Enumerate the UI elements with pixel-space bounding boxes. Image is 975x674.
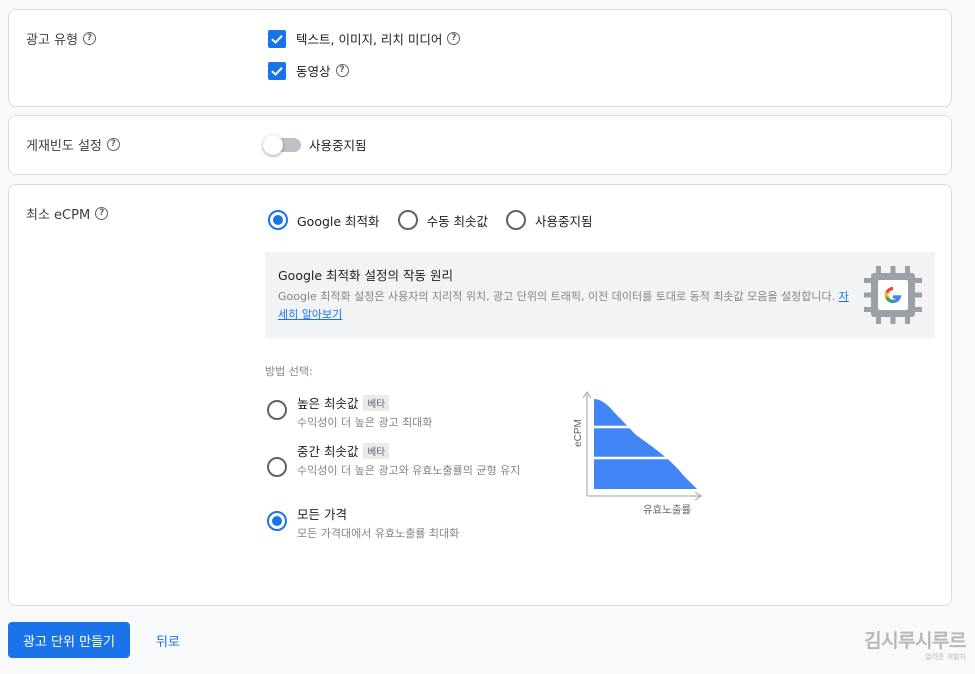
back-button[interactable]: 뒤로 xyxy=(156,631,180,650)
method-option-medium[interactable]: 중간 최솟값 베타 수익성이 더 높은 광고와 유효노출률의 균형 유지 xyxy=(267,441,522,479)
radio-unselected-icon[interactable] xyxy=(267,400,287,420)
help-icon[interactable]: ? xyxy=(447,32,461,45)
method-option-all-prices[interactable]: 모든 가격 모든 가격대에서 유효노출률 최대화 xyxy=(267,504,522,542)
method-option-title-row: 모든 가격 xyxy=(297,504,522,523)
info-title: Google 최적화 설정의 작동 원리 xyxy=(278,268,453,283)
frequency-toggle-label: 사용중지됨 xyxy=(309,138,367,153)
frequency-label-row: 게재빈도 설정 ? xyxy=(26,135,120,154)
ecpm-mode-label: 수동 최솟값 xyxy=(426,213,489,229)
checkbox-checked-icon[interactable] xyxy=(268,29,286,48)
watermark-main: 김시루시루르 xyxy=(864,630,966,652)
ecpm-mode-label: 사용중지됨 xyxy=(535,213,593,229)
method-option-title: 중간 최솟값 xyxy=(297,444,359,459)
watermark-sub: 알려준 개발자 xyxy=(925,653,966,661)
help-icon[interactable]: ? xyxy=(106,138,120,151)
method-option-title-row: 중간 최솟값 베타 xyxy=(297,441,522,460)
ecpm-mode-google-optimized[interactable]: Google 최적화 xyxy=(268,210,380,230)
info-description-text: Google 최적화 설정은 사용자의 지리적 위치, 광고 단위의 트래픽, … xyxy=(278,290,836,303)
beta-badge: 베타 xyxy=(363,394,389,411)
method-option-desc: 수익성이 더 높은 광고 최대화 xyxy=(297,416,433,429)
ad-type-option-label: 동영상 xyxy=(296,64,331,79)
method-option-title-row: 높은 최솟값 베타 xyxy=(297,393,522,412)
radio-selected-icon[interactable] xyxy=(267,511,287,531)
ad-type-label: 광고 유형 xyxy=(26,33,78,48)
method-option-desc: 모든 가격대에서 유효노출률 최대화 xyxy=(297,527,460,540)
method-option-title: 모든 가격 xyxy=(297,507,347,522)
beta-badge: 베타 xyxy=(363,442,389,459)
ad-type-card: 광고 유형 ? 텍스트, 이미지, 리치 미디어 ? 동영상 ? xyxy=(8,9,952,107)
ad-type-option-label-row: 텍스트, 이미지, 리치 미디어 ? xyxy=(296,29,461,48)
chart-y-label: eCPM xyxy=(573,419,584,447)
ecpm-mode-label: Google 최적화 xyxy=(297,213,380,229)
ad-type-option-label: 텍스트, 이미지, 리치 미디어 xyxy=(296,32,443,47)
radio-selected-icon[interactable] xyxy=(268,210,288,230)
frequency-label: 게재빈도 설정 xyxy=(26,139,102,154)
ad-type-option-rich-media[interactable]: 텍스트, 이미지, 리치 미디어 ? xyxy=(268,29,461,48)
chart-area xyxy=(594,399,697,489)
chart-x-label: 유효노출률 xyxy=(643,504,692,516)
method-option-desc: 수익성이 더 높은 광고와 유효노출률의 균형 유지 xyxy=(297,464,521,477)
checkbox-checked-icon[interactable] xyxy=(268,61,286,80)
watermark: 김시루시루르 알려준 개발자 xyxy=(848,630,966,662)
ad-type-label-row: 광고 유형 ? xyxy=(26,29,96,48)
radio-unselected-icon[interactable] xyxy=(267,457,287,477)
ecpm-card: 최소 eCPM ? Google 최적화 수동 최솟값 사용중지됨 Google… xyxy=(8,184,952,606)
ecpm-mode-disabled[interactable]: 사용중지됨 xyxy=(506,210,593,230)
ecpm-label: 최소 eCPM xyxy=(26,208,91,223)
toggle-knob[interactable] xyxy=(263,134,283,155)
radio-unselected-icon[interactable] xyxy=(506,210,527,230)
method-option-high[interactable]: 높은 최솟값 베타 수익성이 더 높은 광고 최대화 xyxy=(267,393,522,431)
frequency-card: 게재빈도 설정 ? 사용중지됨 xyxy=(8,115,952,175)
google-chip-icon xyxy=(864,266,922,324)
google-optimized-info-box: Google 최적화 설정의 작동 원리 Google 최적화 설정은 사용자의… xyxy=(265,252,935,338)
help-icon[interactable]: ? xyxy=(335,64,349,77)
method-option-title: 높은 최솟값 xyxy=(297,396,359,411)
ad-type-option-label-row: 동영상 ? xyxy=(296,61,349,80)
info-description: Google 최적화 설정은 사용자의 지리적 위치, 광고 단위의 트래픽, … xyxy=(278,288,858,324)
ecpm-mode-manual[interactable]: 수동 최솟값 xyxy=(397,210,489,230)
method-option-text: 높은 최솟값 베타 수익성이 더 높은 광고 최대화 xyxy=(297,393,522,431)
toggle-switch[interactable] xyxy=(263,134,301,155)
create-ad-unit-button[interactable]: 광고 단위 만들기 xyxy=(8,622,130,658)
ecpm-fill-rate-diagram: eCPM 유효노출률 xyxy=(573,391,702,516)
ad-type-option-video[interactable]: 동영상 ? xyxy=(268,61,349,80)
ecpm-label-row: 최소 eCPM ? xyxy=(26,204,109,223)
frequency-toggle[interactable]: 사용중지됨 xyxy=(263,134,367,155)
method-select-label: 방법 선택: xyxy=(265,365,313,378)
radio-unselected-icon[interactable] xyxy=(397,210,418,230)
help-icon[interactable]: ? xyxy=(95,207,109,220)
ecpm-mode-group: Google 최적화 수동 최솟값 사용중지됨 xyxy=(268,210,611,230)
help-icon[interactable]: ? xyxy=(82,32,96,45)
method-option-text: 중간 최솟값 베타 수익성이 더 높은 광고와 유효노출률의 균형 유지 xyxy=(297,441,522,479)
method-option-text: 모든 가격 모든 가격대에서 유효노출률 최대화 xyxy=(297,504,522,542)
